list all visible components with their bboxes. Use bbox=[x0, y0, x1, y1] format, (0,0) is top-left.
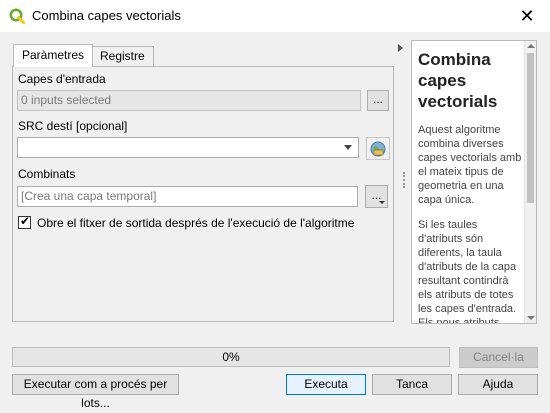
output-placeholder: [Crea una capa temporal] bbox=[21, 189, 157, 203]
tab-label: Paràmetres bbox=[22, 48, 85, 62]
run-button[interactable]: Executa bbox=[286, 374, 366, 395]
output-browse-label: ... bbox=[371, 188, 382, 202]
input-layers-value: 0 inputs selected bbox=[21, 93, 112, 107]
cancel-button[interactable]: Cancel·la bbox=[459, 347, 538, 368]
scroll-down-icon[interactable] bbox=[527, 316, 535, 320]
globe-icon bbox=[370, 141, 386, 157]
close-button[interactable]: Tanca bbox=[372, 374, 452, 395]
collapse-help-icon[interactable] bbox=[398, 44, 403, 52]
crs-label: SRC destí [opcional] bbox=[18, 119, 128, 133]
window-title: Combina capes vectorials bbox=[32, 8, 181, 23]
crs-select-button[interactable] bbox=[366, 137, 390, 160]
output-label: Combinats bbox=[18, 167, 76, 181]
tab-parametres[interactable]: Paràmetres bbox=[13, 44, 94, 67]
help-paragraph: Si les taules d'atributs són diferents, … bbox=[418, 219, 517, 324]
input-layers-label: Capes d'entrada bbox=[18, 72, 106, 86]
check-icon: ✔ bbox=[20, 214, 31, 228]
tab-label: Registre bbox=[100, 49, 145, 63]
qgis-logo-icon bbox=[9, 8, 25, 24]
open-output-label: Obre el fitxer de sortida després de l'e… bbox=[37, 216, 355, 230]
help-title: Combina capes vectorials bbox=[418, 50, 498, 111]
scroll-up-icon[interactable] bbox=[527, 44, 535, 48]
help-button[interactable]: Ajuda bbox=[458, 374, 538, 395]
chevron-down-icon bbox=[344, 145, 352, 150]
input-layers-browse-button[interactable]: ... bbox=[367, 90, 389, 111]
progress-bar: 0% bbox=[12, 347, 450, 367]
close-window-button[interactable]: ✕ bbox=[504, 0, 550, 32]
chevron-down-icon bbox=[379, 201, 385, 204]
help-panel: Combina capes vectorials Aquest algoritm… bbox=[411, 40, 537, 324]
help-scrollbar[interactable] bbox=[524, 41, 536, 323]
splitter-handle[interactable] bbox=[403, 172, 405, 188]
output-browse-button[interactable]: ... bbox=[365, 185, 388, 208]
input-layers-field[interactable]: 0 inputs selected bbox=[17, 90, 361, 111]
open-output-checkbox[interactable]: ✔ bbox=[18, 214, 31, 229]
progress-text: 0% bbox=[222, 350, 240, 364]
tab-registre[interactable]: Registre bbox=[91, 46, 154, 66]
scrollbar-thumb[interactable] bbox=[527, 53, 534, 203]
help-body: Aquest algoritme combina diverses capes … bbox=[418, 123, 522, 324]
crs-select[interactable] bbox=[17, 137, 359, 158]
title-bar: Combina capes vectorials ✕ bbox=[0, 0, 550, 32]
help-paragraph: Aquest algoritme combina diverses capes … bbox=[418, 124, 522, 206]
batch-process-button[interactable]: Executar com a procés per lots... bbox=[12, 374, 179, 410]
output-field[interactable]: [Crea una capa temporal] bbox=[17, 186, 358, 207]
